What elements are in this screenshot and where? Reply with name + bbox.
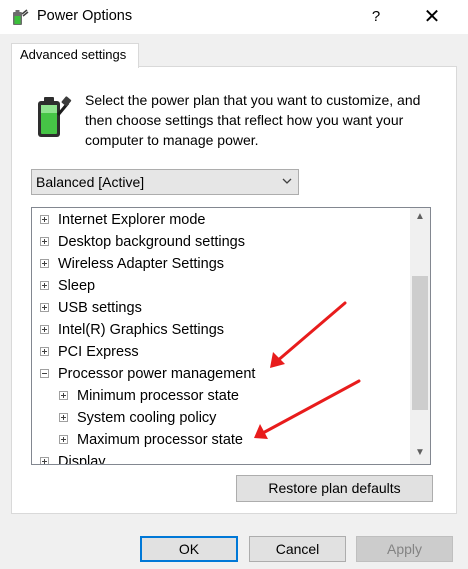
expand-plus-icon[interactable] bbox=[40, 303, 49, 312]
close-button[interactable]: ✕ bbox=[412, 3, 452, 31]
expand-plus-icon[interactable] bbox=[40, 347, 49, 356]
expand-plus-icon[interactable] bbox=[59, 391, 68, 400]
apply-button: Apply bbox=[356, 536, 453, 562]
tab-label: Advanced settings bbox=[20, 47, 127, 62]
tree-item-label: Desktop background settings bbox=[58, 234, 245, 250]
tree-item-label: Minimum processor state bbox=[77, 388, 239, 404]
tree-item-label: USB settings bbox=[58, 300, 142, 316]
description-text: Select the power plan that you want to c… bbox=[85, 92, 421, 148]
scroll-up-arrow-icon[interactable]: ▲ bbox=[410, 208, 430, 226]
window-title: Power Options bbox=[37, 8, 133, 24]
expand-plus-icon[interactable] bbox=[40, 259, 49, 268]
help-button[interactable]: ? bbox=[356, 3, 396, 31]
expand-plus-icon[interactable] bbox=[40, 325, 49, 334]
power-options-icon bbox=[10, 7, 30, 27]
expand-plus-icon[interactable] bbox=[59, 413, 68, 422]
expand-plus-icon[interactable] bbox=[40, 281, 49, 290]
expand-plus-icon[interactable] bbox=[59, 435, 68, 444]
tree-item-label: Internet Explorer mode bbox=[58, 212, 206, 228]
tree-item-label: PCI Express bbox=[58, 344, 139, 360]
collapse-minus-icon[interactable] bbox=[40, 369, 49, 378]
expand-plus-icon[interactable] bbox=[40, 457, 49, 464]
tree-item-label: Maximum processor state bbox=[77, 432, 243, 448]
restore-plan-defaults-button[interactable]: Restore plan defaults bbox=[236, 475, 433, 502]
tree-item-label: System cooling policy bbox=[77, 410, 217, 426]
expand-plus-icon[interactable] bbox=[40, 215, 49, 224]
tab-advanced-settings[interactable]: Advanced settings bbox=[11, 43, 139, 68]
tree-item-label: Display bbox=[58, 454, 106, 465]
tree-item-label: Wireless Adapter Settings bbox=[58, 256, 225, 272]
scrollbar-thumb[interactable] bbox=[412, 276, 428, 410]
chevron-down-icon bbox=[282, 178, 292, 184]
expand-plus-icon[interactable] bbox=[40, 237, 49, 246]
tree-item-label: Sleep bbox=[58, 278, 96, 294]
power-plan-dropdown[interactable]: Balanced [Active] bbox=[31, 169, 299, 195]
ok-button[interactable]: OK bbox=[140, 536, 238, 562]
power-plan-value: Balanced [Active] bbox=[36, 174, 145, 190]
cancel-button[interactable]: Cancel bbox=[249, 536, 346, 562]
tree-item-label: Intel(R) Graphics Settings bbox=[58, 322, 225, 338]
tree-item-label: Processor power management bbox=[58, 366, 256, 382]
battery-plug-icon bbox=[34, 93, 72, 141]
settings-tree[interactable]: Internet Explorer mode Desktop backgroun… bbox=[31, 207, 431, 465]
scroll-down-arrow-icon[interactable]: ▼ bbox=[410, 444, 430, 462]
